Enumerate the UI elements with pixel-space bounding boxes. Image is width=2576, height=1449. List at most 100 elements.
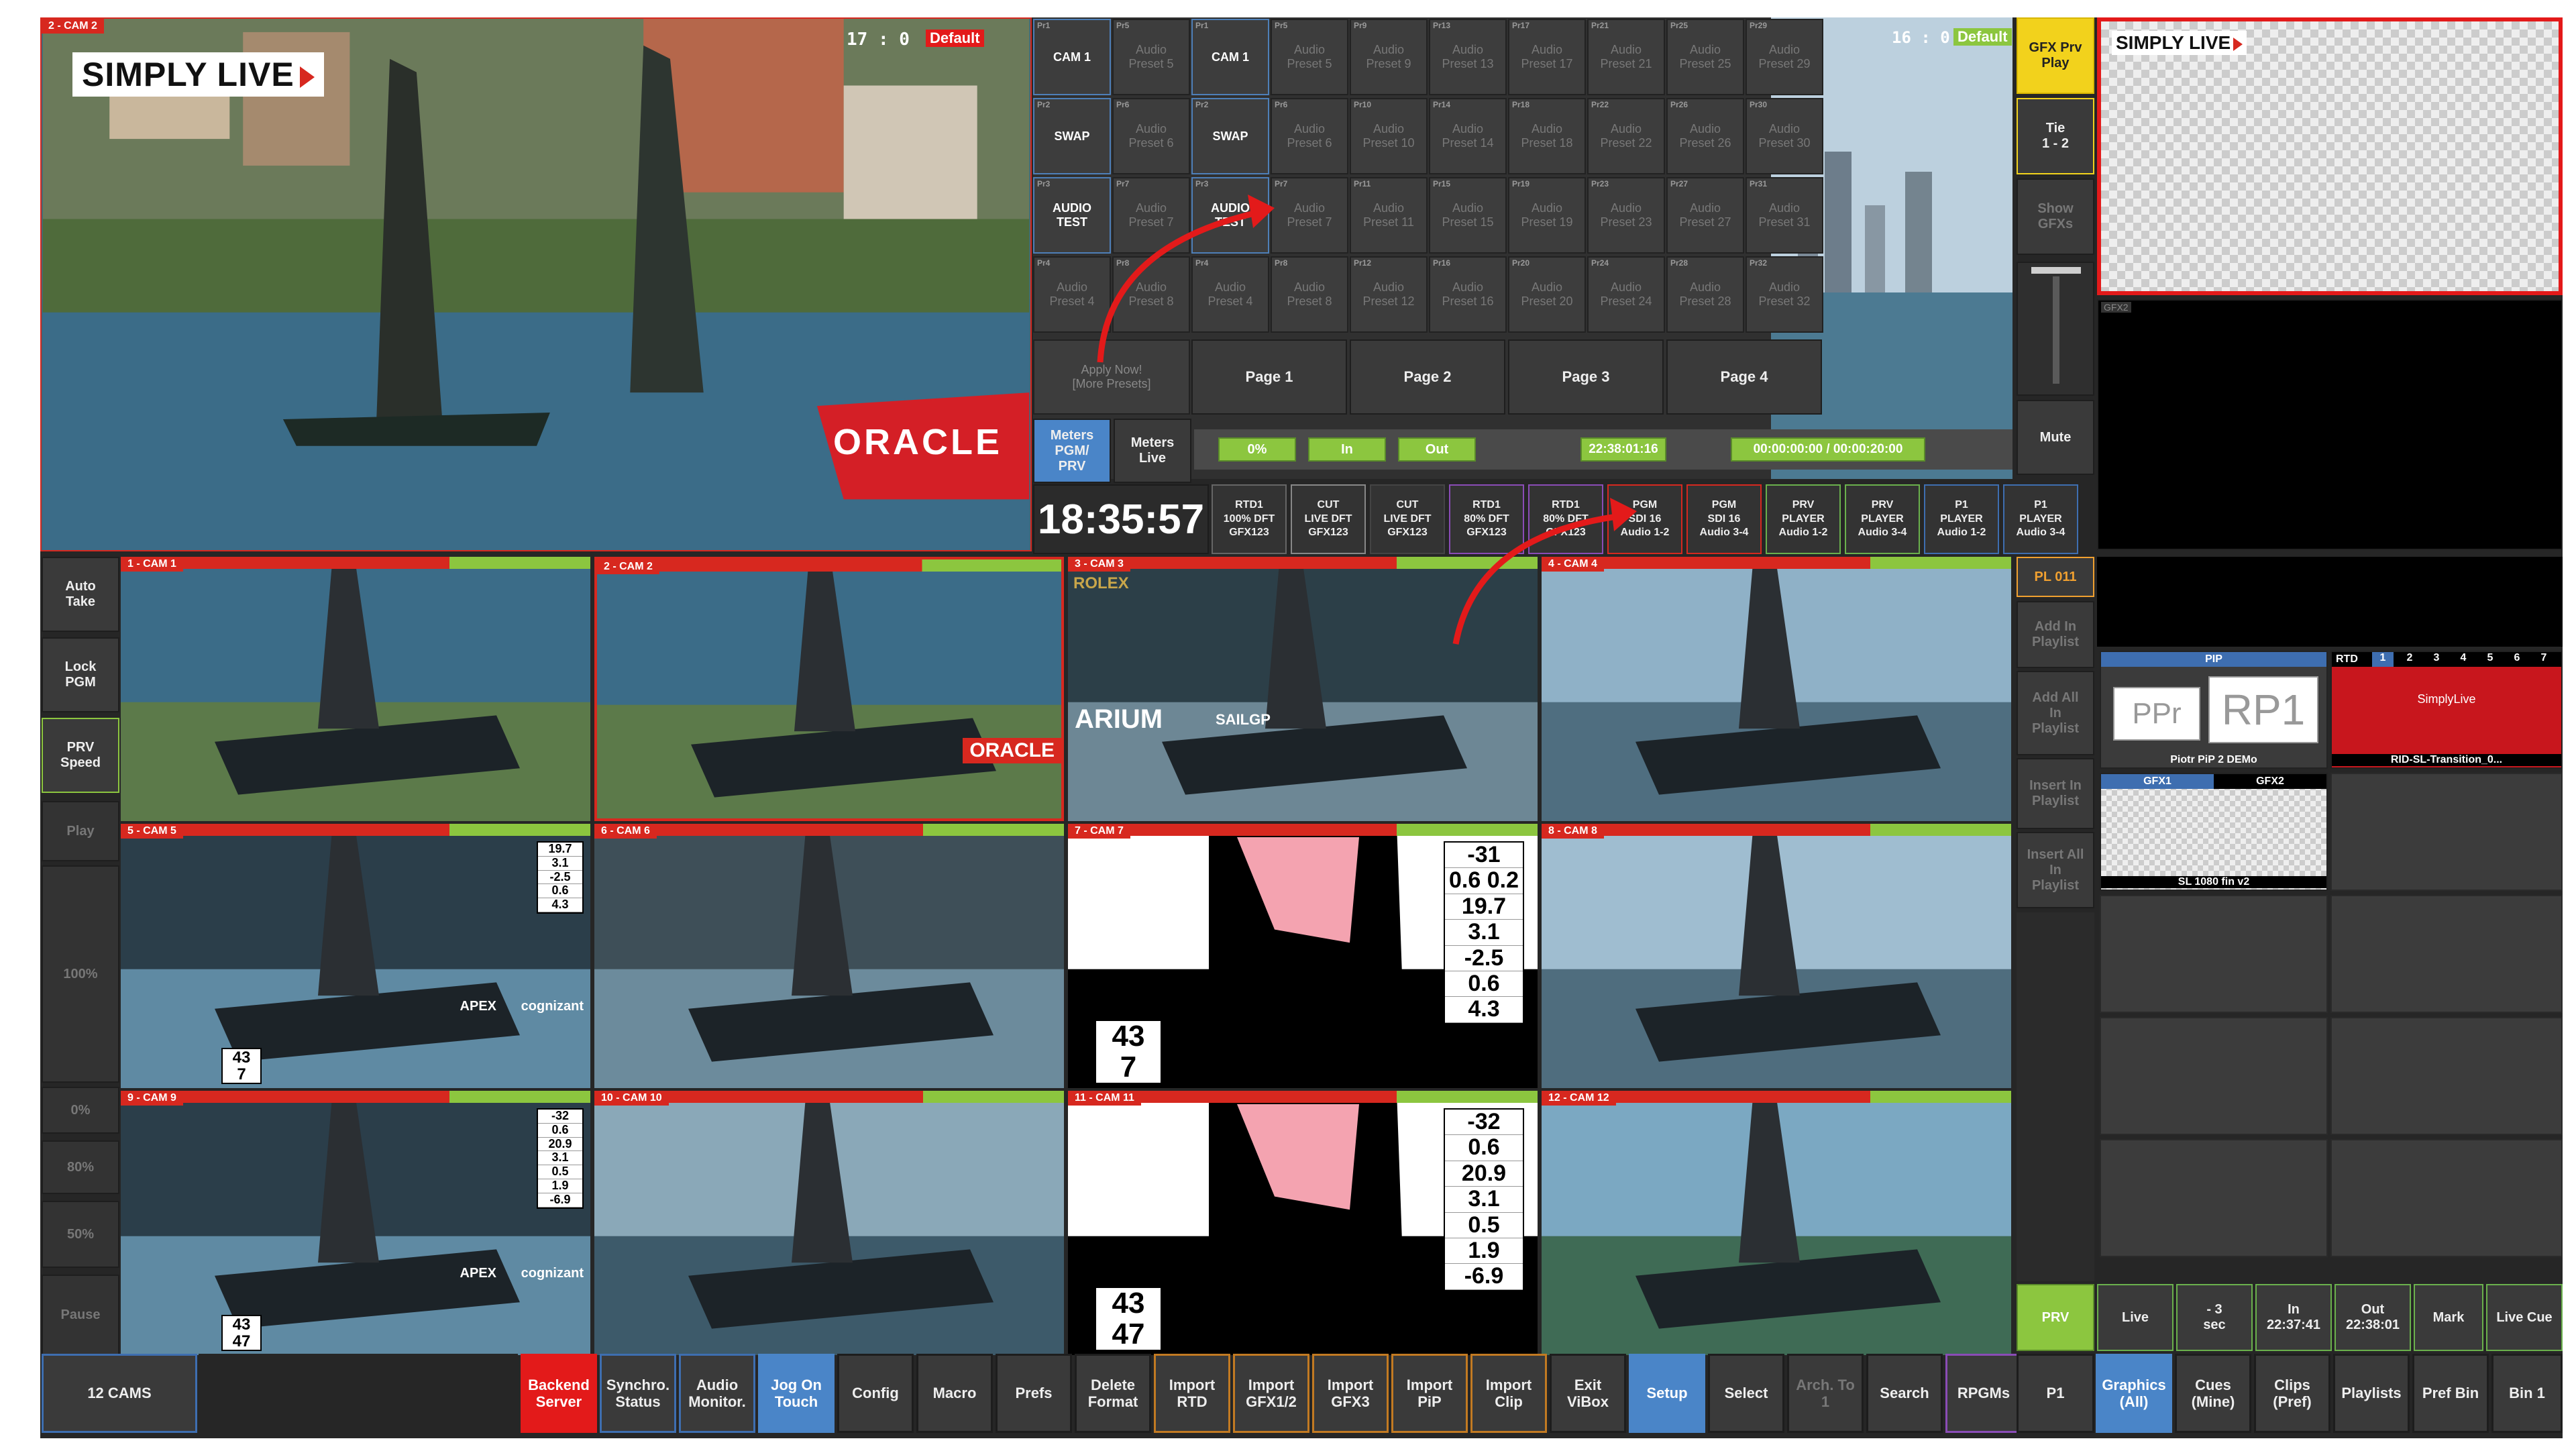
preset-button[interactable]: Pr27 Audio Preset 27 [1666,177,1744,254]
toolbar-button[interactable]: Macro [916,1354,993,1433]
camera-tile[interactable]: 11 - CAM 11 -32 0.6 20.9 3.1 0.5 1.9 -6.9 43 47 [1068,1091,1538,1355]
toolbar-button[interactable]: 12 CAMS [42,1354,197,1433]
bin-cell-empty[interactable] [2100,1139,2328,1257]
preset-button[interactable]: Pr26 Audio Preset 26 [1666,98,1744,174]
left-control-8[interactable]: Pause [42,1275,119,1355]
minus-3-sec-button[interactable]: - 3 sec [2176,1284,2253,1351]
preset-button[interactable]: Pr8 Audio Preset 8 [1271,256,1348,333]
show-gfxs-button[interactable]: Show GFXs [2017,178,2094,255]
preset-button[interactable]: Pr4 Audio Preset 4 [1033,256,1111,333]
preset-button[interactable]: Pr2 SWAP [1191,98,1269,174]
meters-live-button[interactable]: Meters Live [1114,419,1191,483]
rtd-number-tab[interactable]: 1 [2372,652,2394,667]
preset-button[interactable]: Pr12 Audio Preset 12 [1350,256,1428,333]
preset-button[interactable]: Pr5 Audio Preset 5 [1112,19,1190,95]
preset-button[interactable]: Pr3 AUDIO TEST [1033,177,1111,254]
bin-cell-empty[interactable] [2100,895,2328,1013]
toolbar-button[interactable]: Synchro. Status [600,1354,676,1433]
preset-button[interactable]: Pr24 Audio Preset 24 [1587,256,1665,333]
camera-tile[interactable]: 1 - CAM 1 [121,557,590,821]
toolbar-button[interactable]: Graphics (All) [2096,1354,2172,1433]
toolbar-button[interactable]: Exit ViBox [1550,1354,1626,1433]
rtd-number-tab[interactable]: 5 [2479,652,2501,667]
preset-button[interactable]: Pr18 Audio Preset 18 [1508,98,1586,174]
preset-button[interactable]: Pr13 Audio Preset 13 [1429,19,1507,95]
apply-now-button[interactable]: Apply Now! [More Presets] [1033,339,1190,415]
left-control-3[interactable]: Play [42,801,119,861]
routing-button[interactable]: PRV PLAYER Audio 1-2 [1766,484,1841,554]
left-control-6[interactable]: 80% [42,1140,119,1194]
toolbar-button[interactable]: Search [1866,1354,1943,1433]
routing-button[interactable]: PGM SDI 16 Audio 1-2 [1607,484,1682,554]
rtd-number-tab[interactable]: 6 [2506,652,2528,667]
live-cue-button[interactable]: Live Cue [2486,1284,2563,1351]
page-tab[interactable]: Page 2 [1350,339,1505,415]
toolbar-button[interactable]: Select [1708,1354,1784,1433]
preset-button[interactable]: Pr9 Audio Preset 9 [1350,19,1428,95]
routing-button[interactable]: P1 PLAYER Audio 1-2 [1924,484,1999,554]
preset-button[interactable]: Pr17 Audio Preset 17 [1508,19,1586,95]
toolbar-button[interactable]: Bin 1 [2491,1354,2563,1433]
toolbar-button[interactable]: Pref Bin [2412,1354,2489,1433]
rtd-number-tab[interactable]: 2 [2399,652,2420,667]
preset-button[interactable]: Pr21 Audio Preset 21 [1587,19,1665,95]
routing-button[interactable]: CUT LIVE DFT GFX123 [1291,484,1366,554]
toolbar-button[interactable]: Import GFX1/2 [1233,1354,1309,1433]
playlist-action-button[interactable]: Add All In Playlist [2017,671,2094,755]
preset-button[interactable]: Pr15 Audio Preset 15 [1429,177,1507,254]
routing-button[interactable]: CUT LIVE DFT GFX123 [1370,484,1445,554]
page-tab[interactable]: Page 1 [1191,339,1347,415]
preset-button[interactable]: Pr7 Audio Preset 7 [1271,177,1348,254]
in-button[interactable]: In [1308,437,1386,462]
toolbar-button[interactable]: Audio Monitor. [679,1354,755,1433]
toolbar-button[interactable]: Playlists [2333,1354,2410,1433]
camera-tile[interactable]: 3 - CAM 3 ROLEX ARIUM SAILGP [1068,557,1538,821]
preset-button[interactable]: Pr2 SWAP [1033,98,1111,174]
camera-tile[interactable]: 10 - CAM 10 [594,1091,1064,1355]
player-in-button[interactable]: In 22:37:41 [2255,1284,2332,1351]
mute-button[interactable]: Mute [2017,400,2094,475]
preset-button[interactable]: Pr16 Audio Preset 16 [1429,256,1507,333]
bin-cell-empty[interactable] [2330,895,2563,1013]
out-button[interactable]: Out [1398,437,1476,462]
camera-tile[interactable]: 9 - CAM 9 APEX cognizant -32 0.6 20.9 3.1 0.5 1.… [121,1091,590,1355]
page-tab[interactable]: Page 3 [1508,339,1664,415]
rtd-number-tab[interactable]: 4 [2453,652,2474,667]
left-control-5[interactable]: 0% [42,1087,119,1134]
camera-tile[interactable]: 7 - CAM 7 -31 0.6 0.2 19.7 3.1 -2.5 0.6 4.3 43 7 [1068,824,1538,1088]
toolbar-button[interactable]: Import PiP [1391,1354,1468,1433]
mark-button[interactable]: Mark [2414,1284,2483,1351]
rtd-bin-card[interactable]: RTD 1234567 SimplyLive RID-SL-Transition… [2330,651,2563,769]
left-control-7[interactable]: 50% [42,1201,119,1268]
toolbar-button[interactable]: Import GFX3 [1312,1354,1389,1433]
toolbar-button[interactable]: Jog On Touch [758,1354,835,1433]
routing-button[interactable]: RTD1 80% DFT GFX123 [1528,484,1603,554]
gfx-prv-play-button[interactable]: GFX Prv Play [2017,17,2094,94]
tie-button[interactable]: Tie 1 - 2 [2017,98,2094,174]
preset-button[interactable]: Pr30 Audio Preset 30 [1746,98,1823,174]
preset-button[interactable]: Pr6 Audio Preset 6 [1271,98,1348,174]
camera-tile[interactable]: 4 - CAM 4 [1542,557,2011,821]
camera-tile[interactable]: 2 - CAM 2 ORACLE [594,557,1064,821]
preset-button[interactable]: Pr5 Audio Preset 5 [1271,19,1348,95]
left-control-4[interactable]: 100% [42,865,119,1083]
toolbar-button[interactable]: Cues (Mine) [2175,1354,2251,1433]
bin-cell-empty[interactable] [2330,773,2563,891]
playlist-action-button[interactable]: Insert All In Playlist [2017,832,2094,908]
bin-cell-empty[interactable] [2100,1017,2328,1135]
toolbar-button[interactable]: Clips (Pref) [2254,1354,2330,1433]
routing-button[interactable]: P1 PLAYER Audio 3-4 [2003,484,2078,554]
rtd-number-tab[interactable]: 7 [2533,652,2555,667]
preset-button[interactable]: Pr19 Audio Preset 19 [1508,177,1586,254]
bin-cell-empty[interactable] [2330,1139,2563,1257]
preset-button[interactable]: Pr29 Audio Preset 29 [1746,19,1823,95]
preset-button[interactable]: Pr32 Audio Preset 32 [1746,256,1823,333]
preset-button[interactable]: Pr28 Audio Preset 28 [1666,256,1744,333]
playlist-title[interactable]: PL 011 [2017,557,2094,597]
toolbar-button[interactable]: P1 [2017,1354,2094,1433]
camera-tile[interactable]: 5 - CAM 5 APEX cognizant 19.7 3.1 -2.5 0.6 4.3 4… [121,824,590,1088]
preset-button[interactable]: Pr25 Audio Preset 25 [1666,19,1744,95]
gfx-fader[interactable] [2017,262,2094,396]
prv-player-button[interactable]: PRV [2017,1284,2094,1351]
preset-button[interactable]: Pr22 Audio Preset 22 [1587,98,1665,174]
